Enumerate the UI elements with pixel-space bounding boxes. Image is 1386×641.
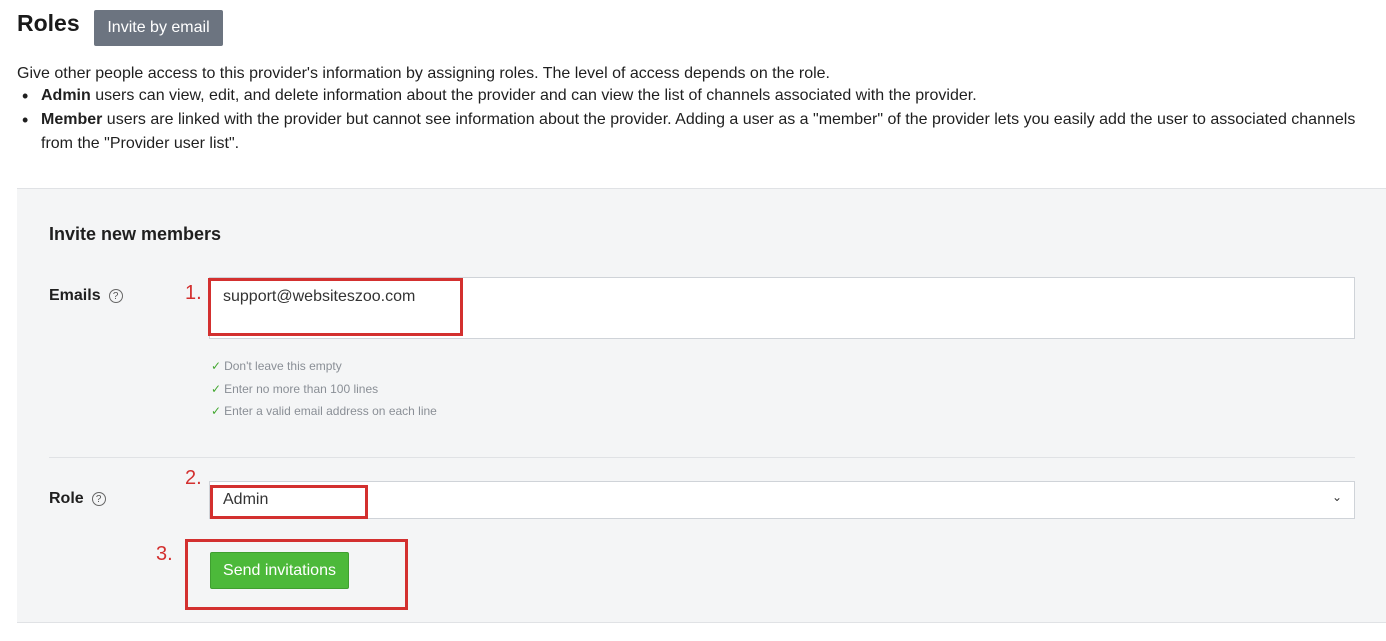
- check-icon: ✓: [211, 359, 222, 373]
- invite-by-email-button[interactable]: Invite by email: [94, 10, 223, 46]
- question-circle-icon[interactable]: ?: [108, 289, 123, 303]
- page-title: Roles: [17, 10, 80, 36]
- annotation-box-3: [185, 539, 408, 610]
- rule-text: Enter a valid email address on each line: [224, 404, 437, 418]
- section-title: Invite new members: [49, 224, 222, 244]
- annotation-box-2: [210, 485, 368, 519]
- rule-item: ✓ Enter a valid email address on each li…: [211, 400, 437, 423]
- role-item-admin: Admin users can view, edit, and delete i…: [17, 84, 1372, 108]
- role-select[interactable]: Admin ⌄: [209, 481, 1355, 519]
- chevron-down-icon: ⌄: [1331, 490, 1342, 504]
- role-name-admin: Admin: [41, 87, 91, 104]
- role-label-text: Role: [49, 490, 84, 507]
- annotation-step-3: 3.: [156, 543, 173, 565]
- page-header: Roles Invite by email: [17, 10, 223, 46]
- rule-text: Enter no more than 100 lines: [224, 381, 379, 396]
- check-icon: ✓: [211, 404, 222, 418]
- email-validation-rules: ✓ Don't leave this empty ✓ Enter no more…: [211, 355, 437, 423]
- annotation-step-1: 1.: [185, 282, 202, 304]
- role-desc-admin: users can view, edit, and delete informa…: [90, 87, 977, 104]
- roles-description: Give other people access to this provide…: [17, 65, 830, 82]
- role-label: Role ?: [49, 490, 106, 508]
- role-name-member: Member: [41, 111, 103, 128]
- annotation-step-2: 2.: [185, 467, 202, 489]
- role-item-member: Member users are linked with the provide…: [17, 108, 1372, 156]
- rule-item: ✓ Enter no more than 100 lines: [211, 378, 437, 401]
- divider: [49, 457, 1355, 458]
- role-list: Admin users can view, edit, and delete i…: [17, 84, 1372, 156]
- role-desc-member: users are linked with the provider but c…: [41, 111, 1356, 152]
- emails-label: Emails ?: [49, 287, 123, 305]
- rule-text: Don't leave this empty: [224, 359, 342, 373]
- annotation-box-1: [208, 278, 463, 336]
- check-icon: ✓: [211, 381, 222, 396]
- emails-label-text: Emails: [49, 287, 101, 304]
- rule-item: ✓ Don't leave this empty: [211, 355, 437, 378]
- question-circle-icon[interactable]: ?: [91, 492, 106, 506]
